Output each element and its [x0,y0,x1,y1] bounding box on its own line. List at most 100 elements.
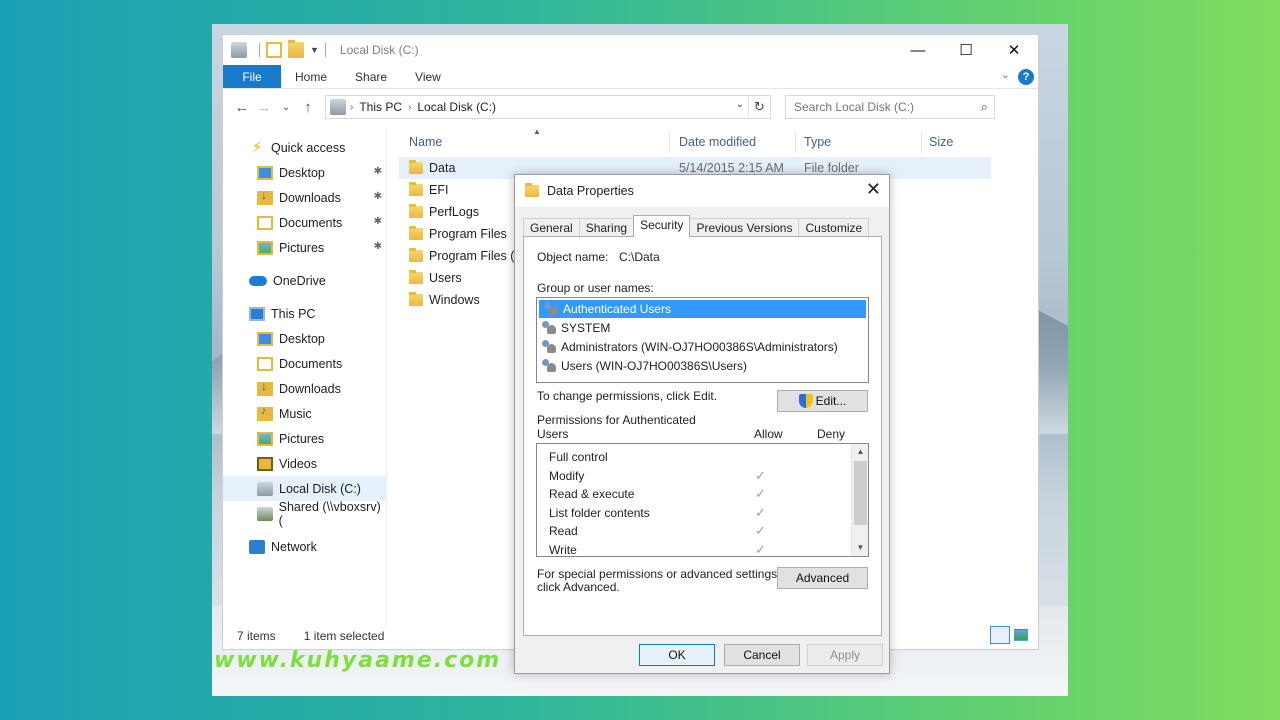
nav-quick-access[interactable]: ⚡ Quick access [223,135,386,160]
address-bar[interactable]: › This PC › Local Disk (C:) ⌄ ↻ [325,95,771,119]
list-item[interactable]: Administrators (WIN-OJ7HO00386S\Administ… [537,338,868,356]
nav-pc-downloads[interactable]: Downloads [223,376,386,401]
nav-pc-local-disk[interactable]: Local Disk (C:) [223,476,386,501]
desktop-folder-icon [257,165,273,180]
scroll-thumb[interactable] [854,461,867,525]
column-date-modified[interactable]: Date modified [679,135,756,149]
breadcrumb-this-pc[interactable]: This PC [359,100,402,114]
breadcrumb-chevron-icon[interactable]: › [350,102,353,113]
ribbon-tab-share[interactable]: Share [341,65,401,88]
list-item[interactable]: SYSTEM [537,319,868,337]
user-group-icon [543,302,559,316]
minimize-button[interactable]: — [894,35,942,65]
nav-pc-shared[interactable]: Shared (\\vboxsrv) ( [223,500,386,528]
apply-button[interactable]: Apply [807,644,883,666]
group-name: Users (WIN-OJ7HO00386S\Users) [561,359,748,373]
navigation-pane: ⚡ Quick access Desktop ✱ Downloads ✱ Doc… [223,127,387,627]
close-button[interactable]: ✕ [990,35,1038,65]
permission-row: List folder contents ✓ [537,504,868,523]
list-item[interactable]: Authenticated Users [539,300,866,318]
file-name: Program Files [429,227,507,241]
breadcrumb-chevron-icon[interactable]: › [408,102,411,113]
nav-this-pc[interactable]: This PC [223,301,386,326]
file-date: 5/14/2015 2:15 AM [679,161,784,175]
nav-pc-desktop[interactable]: Desktop [223,326,386,351]
tab-security[interactable]: Security [633,215,691,237]
search-box[interactable]: ⌕ [785,95,995,119]
advanced-button[interactable]: Advanced [777,567,868,589]
list-item[interactable]: Users (WIN-OJ7HO00386S\Users) [537,357,868,375]
nav-pc-documents[interactable]: Documents [223,351,386,376]
nav-quick-documents[interactable]: Documents ✱ [223,210,386,235]
details-view-icon[interactable] [990,626,1010,644]
nav-label: Desktop [279,165,325,180]
column-size[interactable]: Size [929,135,953,149]
nav-onedrive[interactable]: OneDrive [223,268,386,293]
edit-button[interactable]: Edit... [777,390,868,412]
column-name[interactable]: Name [409,135,442,149]
user-group-icon [541,359,557,373]
permission-row: Read & execute ✓ [537,485,868,504]
search-input[interactable] [794,100,964,114]
nav-quick-downloads[interactable]: Downloads ✱ [223,185,386,210]
pin-icon[interactable]: ✱ [374,216,382,227]
ribbon-tab-home[interactable]: Home [281,65,341,88]
column-divider[interactable] [795,131,796,153]
search-icon[interactable]: ⌕ [981,99,988,115]
file-name: EFI [429,183,449,197]
breadcrumb-local-disk[interactable]: Local Disk (C:) [417,100,496,114]
tab-customize[interactable]: Customize [798,218,870,237]
permission-row: Read ✓ [537,522,868,541]
permissions-scrollbar[interactable]: ▲ ▼ [851,444,868,556]
column-type[interactable]: Type [804,135,831,149]
pin-icon[interactable]: ✱ [374,241,382,252]
ribbon-tab-view[interactable]: View [401,65,455,88]
nav-pc-music[interactable]: Music [223,401,386,426]
column-divider[interactable] [669,131,670,153]
back-button[interactable]: ← [231,99,253,116]
nav-network[interactable]: Network [223,534,386,559]
ribbon-tab-file[interactable]: File [223,65,281,88]
window-controls: — ☐ ✕ [894,35,1038,65]
nav-quick-desktop[interactable]: Desktop ✱ [223,160,386,185]
edit-button-label: Edit... [815,394,847,408]
uac-shield-icon [798,394,813,408]
drive-icon [257,481,273,496]
permission-row: Modify ✓ [537,467,868,486]
allow-check-icon: ✓ [755,541,766,557]
forward-button[interactable]: → [253,99,275,116]
scroll-down-icon[interactable]: ▼ [852,540,868,556]
dialog-close-button[interactable]: ✕ [866,179,881,200]
change-permissions-text: To change permissions, click Edit. [537,389,718,403]
nav-label: This PC [271,306,316,321]
group-user-list[interactable]: Authenticated Users SYSTEM Administrator… [536,297,869,383]
pin-icon[interactable]: ✱ [374,166,382,177]
properties-icon[interactable] [266,42,282,58]
column-divider[interactable] [921,131,922,153]
nav-quick-pictures[interactable]: Pictures ✱ [223,235,386,260]
nav-pc-pictures[interactable]: Pictures [223,426,386,451]
tab-previous-versions[interactable]: Previous Versions [689,218,800,237]
ok-button[interactable]: OK [639,644,715,666]
tab-sharing[interactable]: Sharing [578,218,635,237]
nav-pc-videos[interactable]: Videos [223,451,386,476]
scroll-up-icon[interactable]: ▲ [852,444,868,460]
ribbon: File Home Share View ⌄ ? [223,65,1038,89]
address-dropdown-icon[interactable]: ⌄ [736,99,744,110]
expand-ribbon-icon[interactable]: ⌄ [1001,68,1010,81]
cancel-button[interactable]: Cancel [724,644,800,666]
new-folder-icon[interactable] [288,40,304,58]
customize-toolbar-icon[interactable]: ▼ [310,45,319,55]
refresh-button[interactable]: ↻ [748,96,770,118]
help-icon[interactable]: ? [1018,69,1034,85]
onedrive-cloud-icon [249,275,267,286]
file-type: File folder [804,161,859,175]
groups-label: Group or user names: [537,281,654,295]
tab-general[interactable]: General [523,218,580,237]
recent-locations-button[interactable]: ⌄ [275,102,297,113]
maximize-button[interactable]: ☐ [942,35,990,65]
large-icons-view-icon[interactable] [1014,629,1028,641]
pin-icon[interactable]: ✱ [374,191,382,202]
up-button[interactable]: ↑ [297,99,319,116]
permissions-list[interactable]: Full control Modify ✓ Read & execute ✓ L… [536,443,869,557]
